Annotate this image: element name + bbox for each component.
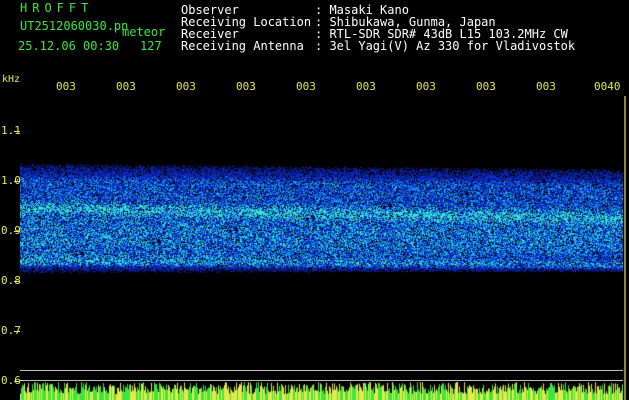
meteor-count: 127	[140, 39, 162, 53]
info-row-antenna: Receiving Antenna : 3el Yagi(V) Az 330 fo…	[181, 40, 575, 52]
date-time-stamp: 25.12.06 00:30	[18, 39, 120, 53]
time-tick-label: 003	[56, 80, 76, 93]
time-tick-label: 003	[236, 80, 256, 93]
time-tick-label: 0040	[594, 80, 621, 93]
frequency-axis: 1.1 1.0 0.9 0.8 0.7 0.6	[0, 100, 21, 400]
divider-line	[20, 370, 623, 371]
time-tick-label: 003	[416, 80, 436, 93]
time-tick-label: 003	[116, 80, 136, 93]
time-axis: 003 003 003 003 003 003 003 003 003 0040	[0, 80, 629, 94]
signal-level-strip	[20, 382, 623, 400]
plot-right-edge	[624, 96, 626, 400]
time-tick-label: 003	[176, 80, 196, 93]
time-tick-label: 003	[356, 80, 376, 93]
time-tick-label: 003	[476, 80, 496, 93]
divider-line	[20, 380, 623, 381]
time-tick-label: 003	[536, 80, 556, 93]
station-info: Observer: Masaki Kano Receiving Location…	[181, 4, 575, 52]
hrofft-spectrogram-window: HROFFT UT2512060030.pn meteor 25.12.06 0…	[0, 0, 629, 400]
mode-label: meteor	[122, 25, 166, 39]
info-value: : 3el Yagi(V) Az 330 for Vladivostok	[315, 39, 576, 53]
app-title: HROFFT	[20, 1, 94, 15]
image-filename: UT2512060030.pn	[20, 19, 129, 33]
time-tick-label: 003	[296, 80, 316, 93]
info-label: Receiving Antenna	[181, 39, 304, 53]
spectrogram-plot	[20, 96, 623, 368]
